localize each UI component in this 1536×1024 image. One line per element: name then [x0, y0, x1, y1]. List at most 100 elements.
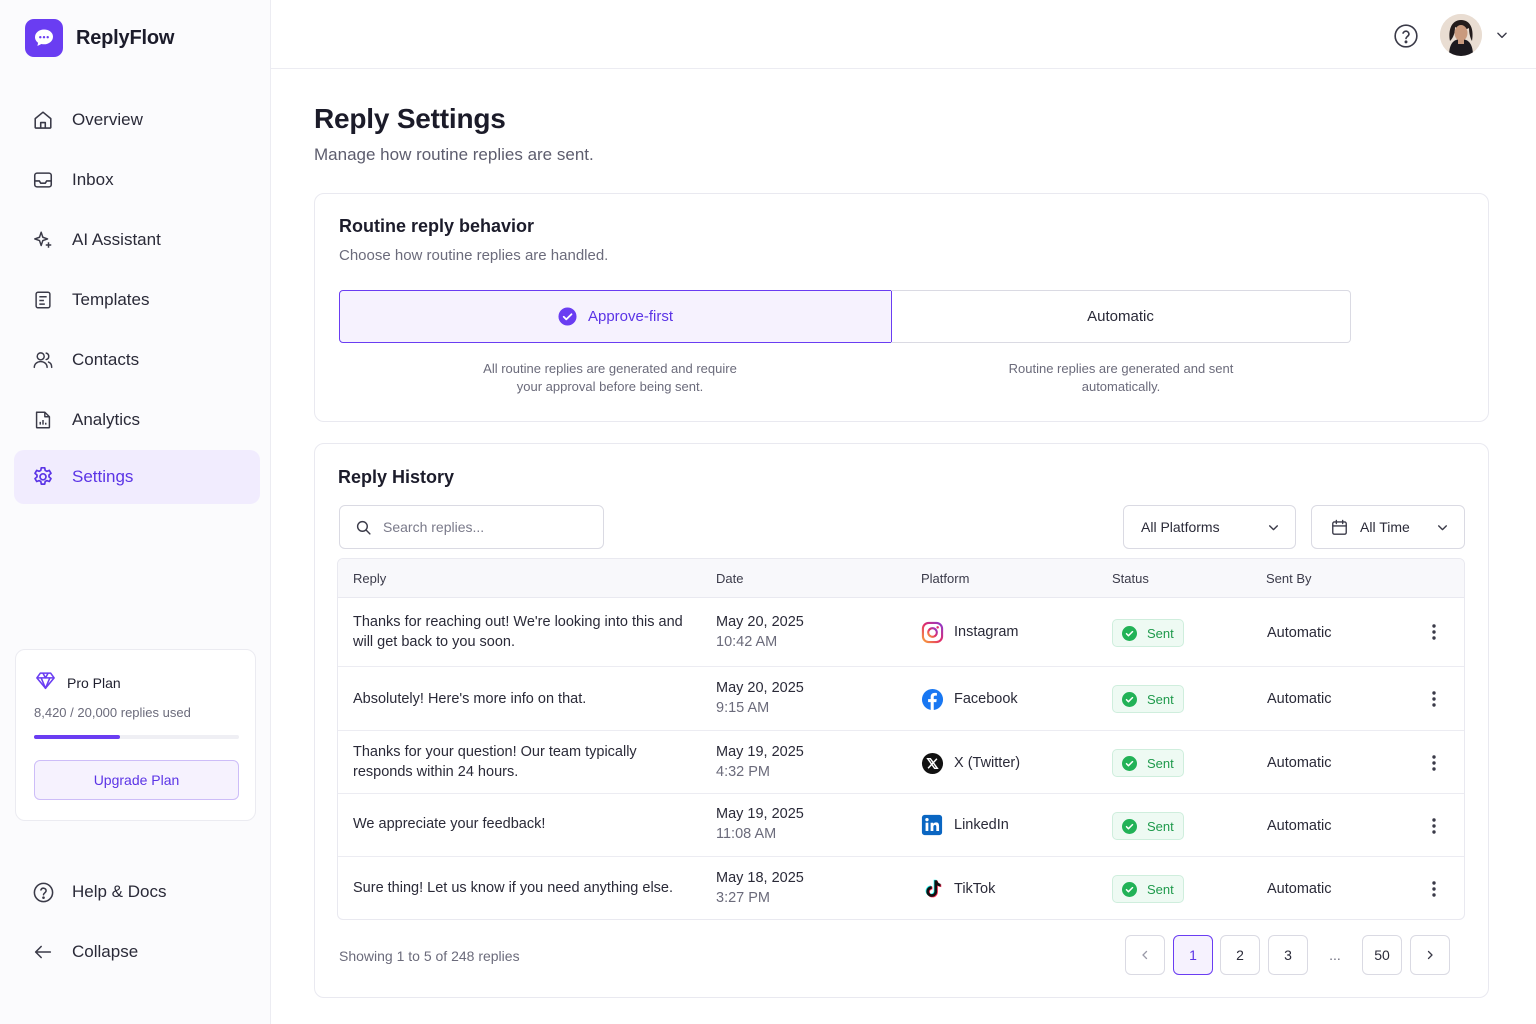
column-header-reply[interactable]: Reply	[353, 571, 386, 586]
status-text: Sent	[1147, 755, 1174, 771]
table-row[interactable]: Thanks for your question! Our team typic…	[338, 731, 1464, 794]
sidebar-item-templates[interactable]: Templates	[14, 273, 260, 327]
sidebar-item-inbox[interactable]: Inbox	[14, 153, 260, 207]
plan-header: Pro Plan	[35, 671, 121, 695]
pagination-page-50[interactable]: 50	[1362, 935, 1402, 975]
chat-bubble-logo-icon	[25, 19, 63, 57]
option-approve-first[interactable]: Approve-first	[339, 290, 892, 343]
reply-history-card: Reply History All Platforms All Time Rep…	[314, 443, 1489, 998]
more-options-icon[interactable]	[1424, 751, 1444, 775]
sidebar-item-label: AI Assistant	[72, 230, 161, 249]
sidebar-item-settings[interactable]: Settings	[14, 450, 260, 504]
sparkles-icon	[31, 228, 55, 252]
sent-by: Automatic	[1267, 625, 1332, 641]
reply-text: Absolutely! Here's more info on that.	[353, 691, 587, 707]
more-options-icon[interactable]	[1424, 814, 1444, 838]
table-row[interactable]: We appreciate your feedback! May 19, 202…	[338, 794, 1464, 857]
facebook-icon	[920, 687, 944, 711]
sidebar-item-label: Templates	[72, 290, 150, 309]
reply-date: May 18, 2025 3:27 PM	[716, 868, 804, 908]
pagination-prev-button[interactable]	[1125, 935, 1165, 975]
help-icon	[31, 880, 55, 904]
avatar[interactable]	[1440, 14, 1482, 56]
analytics-icon	[31, 408, 55, 432]
upgrade-plan-button[interactable]: Upgrade Plan	[34, 760, 239, 800]
time-text: 4:32 PM	[716, 764, 770, 780]
option-description: All routine replies are generated and re…	[483, 361, 737, 394]
reply-text: We appreciate your feedback!	[353, 816, 546, 832]
sidebar-item-overview[interactable]: Overview	[14, 93, 260, 147]
date-text: May 19, 2025	[716, 744, 804, 760]
check-icon	[1122, 691, 1137, 707]
reply-text: Sure thing! Let us know if you need anyt…	[353, 880, 674, 896]
plan-name: Pro Plan	[67, 675, 121, 691]
select-value: All Time	[1360, 519, 1410, 535]
pagination-ellipsis: ...	[1315, 935, 1355, 975]
platform-name: TikTok	[954, 881, 996, 897]
reply-date: May 19, 2025 4:32 PM	[716, 742, 804, 782]
status-badge: Sent	[1112, 685, 1184, 713]
sidebar-item-ai-assistant[interactable]: AI Assistant	[14, 213, 260, 267]
app-name: ReplyFlow	[76, 26, 175, 49]
option-description: Routine replies are generated and sent a…	[1008, 361, 1234, 394]
sidebar-item-label: Inbox	[72, 170, 114, 189]
pagination-page-2[interactable]: 2	[1220, 935, 1260, 975]
reply-platform: X (Twitter)	[920, 751, 1020, 775]
template-icon	[31, 288, 55, 312]
reply-date: May 20, 2025 9:15 AM	[716, 678, 804, 718]
tiktok-icon	[920, 877, 944, 901]
more-options-icon[interactable]	[1424, 687, 1444, 711]
pagination-page-3[interactable]: 3	[1268, 935, 1308, 975]
gear-icon	[31, 465, 55, 489]
sidebar-item-contacts[interactable]: Contacts	[14, 333, 260, 387]
option-label: Approve-first	[587, 308, 674, 325]
more-options-icon[interactable]	[1424, 620, 1444, 644]
calendar-icon	[1330, 518, 1349, 537]
reply-platform: Instagram	[920, 620, 1018, 644]
sidebar-item-help-docs[interactable]: Help & Docs	[14, 865, 260, 919]
chevron-down-icon[interactable]	[1495, 28, 1509, 42]
chevron-right-icon	[1424, 949, 1436, 961]
status-badge: Sent	[1112, 619, 1184, 647]
pagination-next-button[interactable]	[1410, 935, 1450, 975]
sent-by: Automatic	[1267, 691, 1332, 707]
time-text: 9:15 AM	[716, 700, 770, 716]
platform-filter-select[interactable]: All Platforms	[1123, 505, 1296, 549]
sent-by: Automatic	[1267, 818, 1332, 834]
sidebar-item-collapse[interactable]: Collapse	[14, 925, 260, 979]
check-icon	[1122, 818, 1137, 834]
table-row[interactable]: Absolutely! Here's more info on that. Ma…	[338, 667, 1464, 731]
plan-usage-bar-fill	[34, 735, 121, 739]
history-title: Reply History	[338, 467, 455, 487]
table-row[interactable]: Thanks for reaching out! We're looking i…	[338, 598, 1464, 667]
column-header-platform[interactable]: Platform	[921, 571, 969, 586]
sidebar-item-analytics[interactable]: Analytics	[14, 393, 260, 447]
page-title: Reply Settings	[314, 103, 506, 134]
topbar	[271, 0, 1536, 69]
home-icon	[31, 108, 55, 132]
help-circle-icon[interactable]	[1393, 23, 1419, 49]
reply-history-table: Reply Date Platform Status Sent By Thank…	[337, 558, 1465, 920]
sidebar-item-label: Overview	[72, 110, 143, 129]
option-label: Automatic	[1087, 308, 1154, 325]
column-header-sent-by[interactable]: Sent By	[1266, 571, 1312, 586]
brand[interactable]: ReplyFlow	[25, 19, 174, 57]
column-header-date[interactable]: Date	[716, 571, 743, 586]
sidebar-item-label: Settings	[72, 467, 134, 486]
plan-card: Pro Plan 8,420 / 20,000 replies used Upg…	[15, 649, 256, 821]
search-box[interactable]	[339, 505, 604, 549]
chevron-left-icon	[1139, 949, 1151, 961]
linkedin-icon	[920, 813, 944, 837]
chevron-down-icon	[1436, 521, 1449, 537]
time-filter-select[interactable]: All Time	[1311, 505, 1465, 549]
pagination-page-1[interactable]: 1	[1173, 935, 1213, 975]
more-options-icon[interactable]	[1424, 877, 1444, 901]
time-text: 10:42 AM	[716, 634, 778, 650]
x-twitter-icon	[920, 751, 944, 775]
column-header-status[interactable]: Status	[1112, 571, 1149, 586]
sidebar: ReplyFlow Overview Inbox AI Assistant Te…	[0, 0, 271, 1024]
option-automatic[interactable]: Automatic	[891, 290, 1351, 343]
search-input[interactable]	[383, 519, 583, 535]
table-row[interactable]: Sure thing! Let us know if you need anyt…	[338, 857, 1464, 919]
behavior-title: Routine reply behavior	[339, 216, 535, 236]
